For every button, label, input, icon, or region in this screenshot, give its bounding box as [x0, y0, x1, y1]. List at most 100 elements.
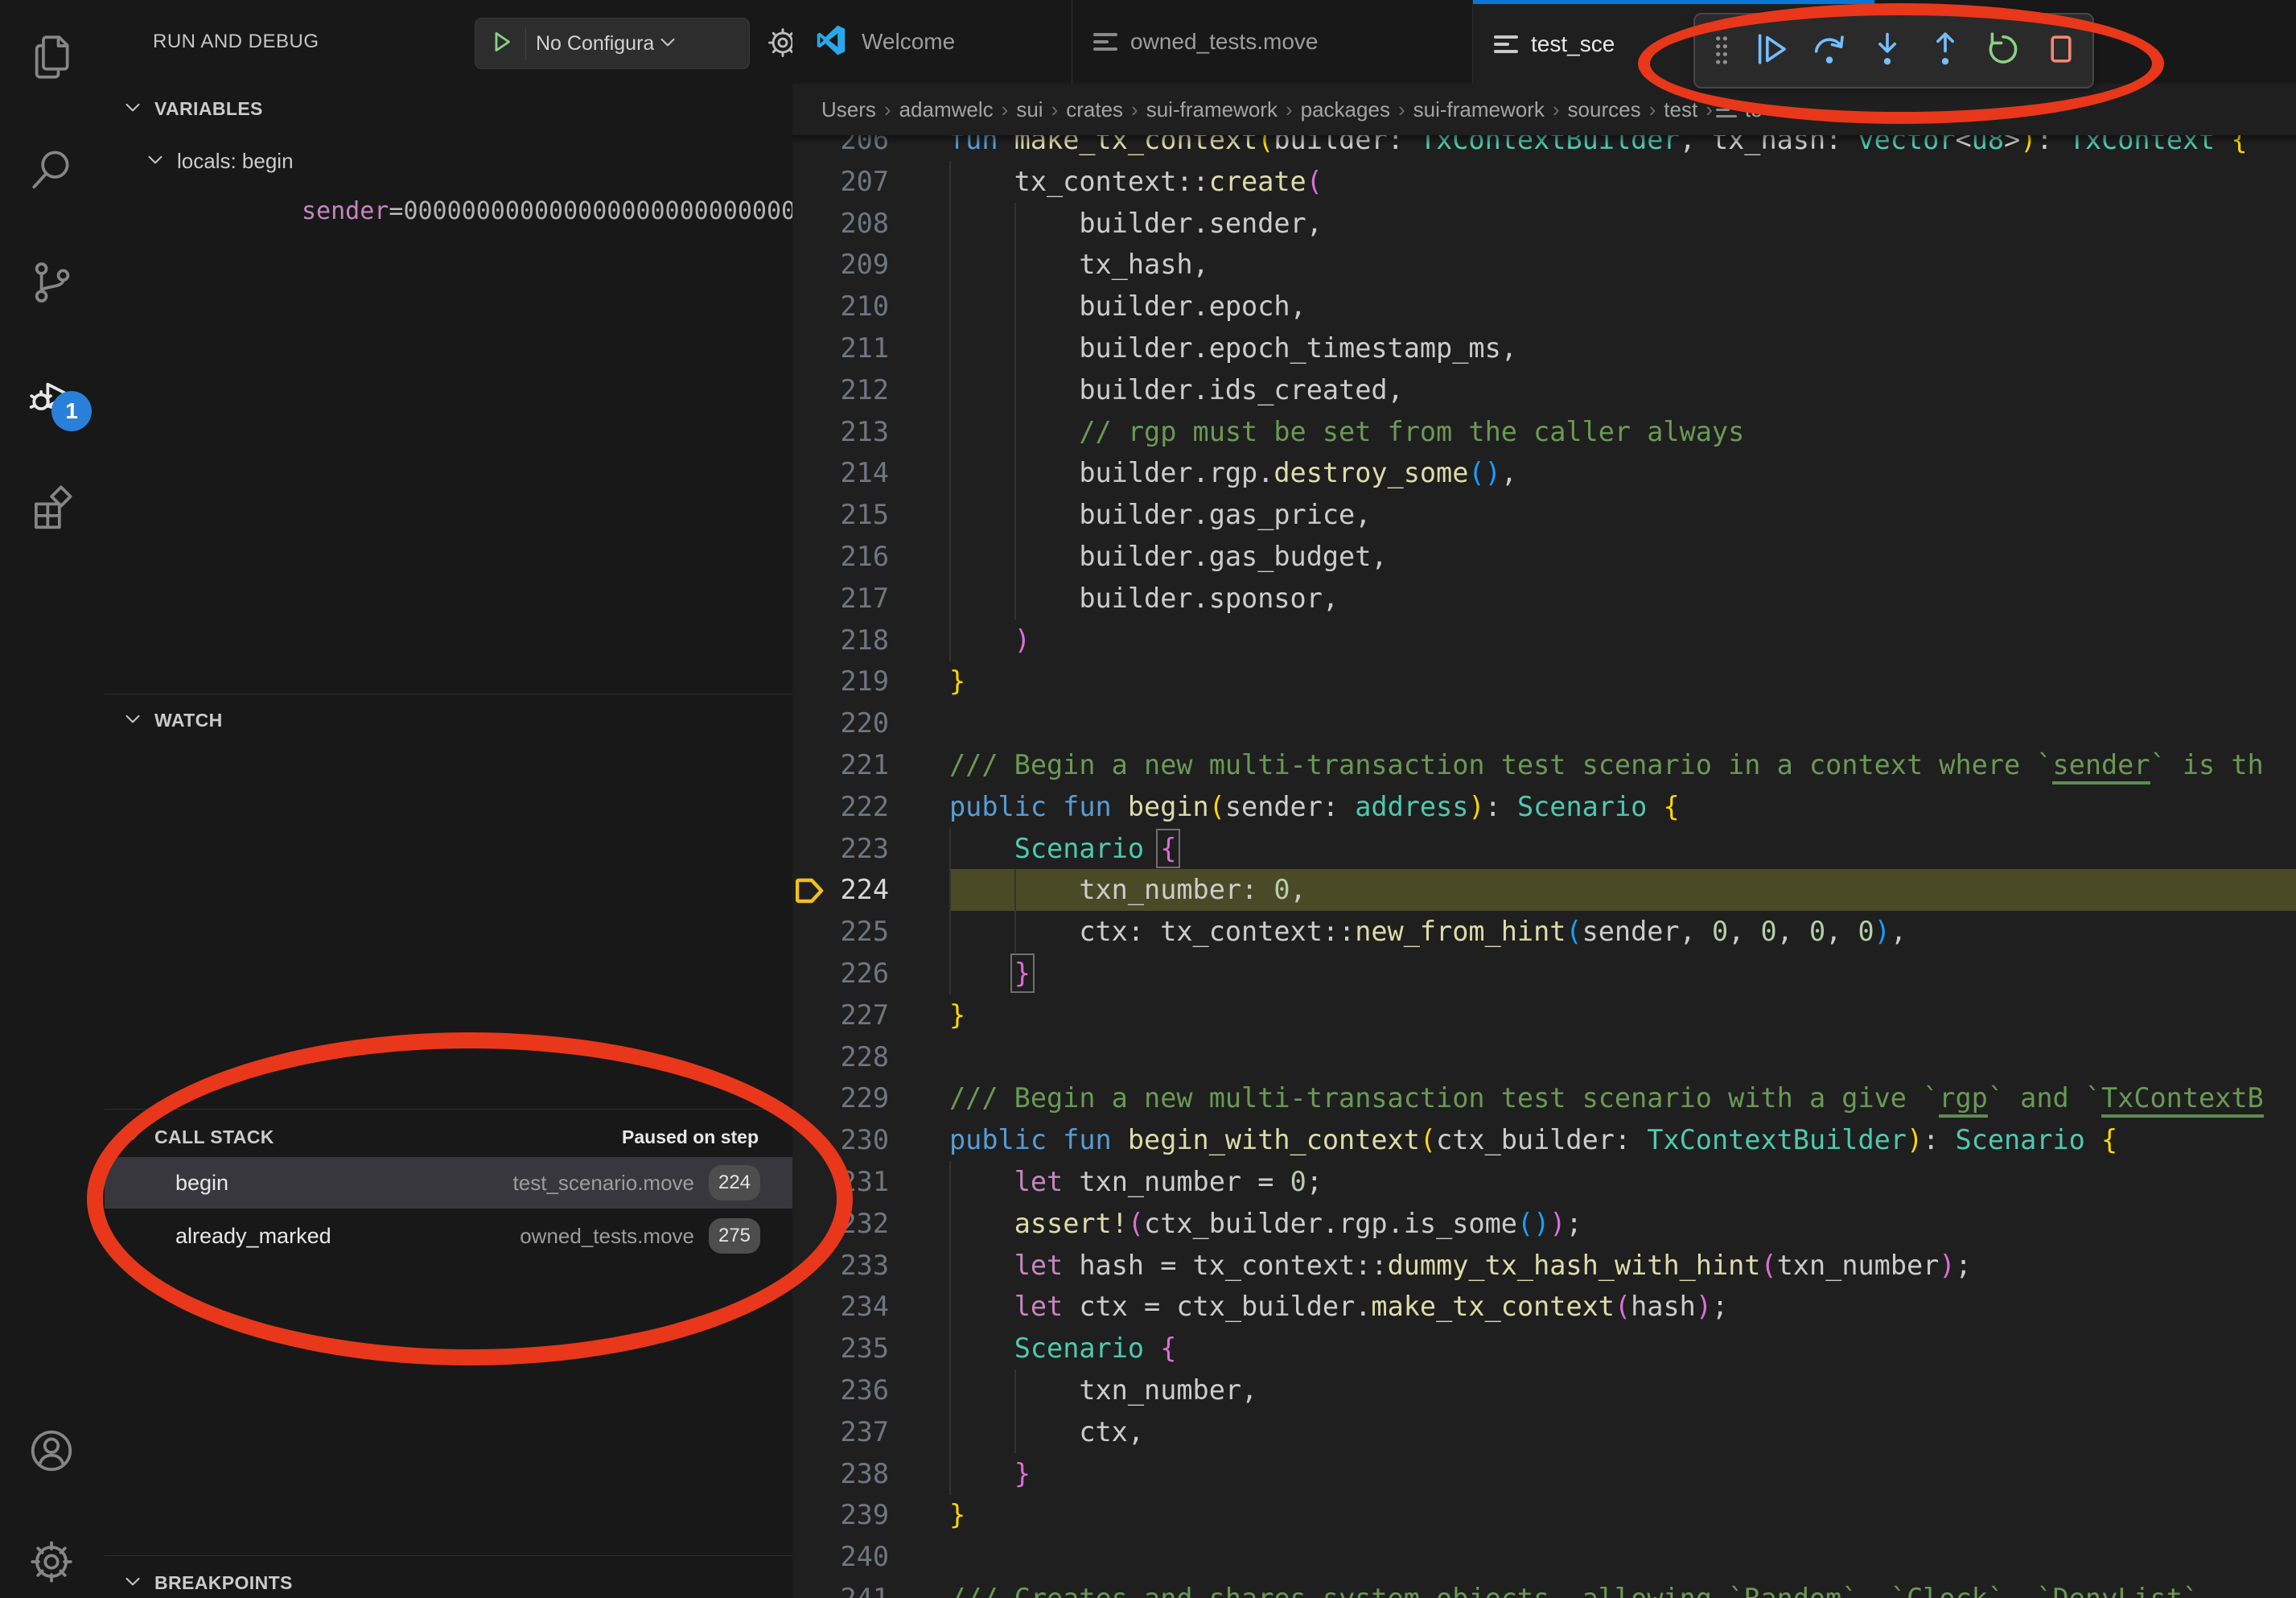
- continue-button[interactable]: [1745, 24, 1798, 77]
- breadcrumb-item[interactable]: sources: [1568, 97, 1641, 122]
- sidebar-item-source-control[interactable]: [0, 232, 103, 336]
- code-line[interactable]: 209 tx_hash,: [792, 244, 2296, 286]
- line-number[interactable]: 236: [792, 1369, 889, 1411]
- code-line[interactable]: 210 builder.epoch,: [792, 286, 2296, 327]
- code-line[interactable]: 232 assert!(ctx_builder.rgp.is_some());: [792, 1203, 2296, 1245]
- settings-button[interactable]: [0, 1511, 103, 1598]
- line-number[interactable]: 219: [792, 661, 889, 702]
- line-number[interactable]: 239: [792, 1494, 889, 1536]
- code-line[interactable]: 239}: [792, 1494, 2296, 1536]
- toolbar-drag-handle[interactable]: [1703, 24, 1740, 77]
- code-line[interactable]: 223 Scenario {: [792, 828, 2296, 870]
- tab-owned-tests[interactable]: owned_tests.move: [1072, 0, 1473, 84]
- breadcrumb-item[interactable]: packages: [1301, 97, 1390, 122]
- code-line[interactable]: 233 let hash = tx_context::dummy_tx_hash…: [792, 1245, 2296, 1287]
- code-line[interactable]: 211 builder.epoch_timestamp_ms,: [792, 327, 2296, 369]
- line-number[interactable]: 207: [792, 161, 889, 203]
- step-out-button[interactable]: [1919, 24, 1972, 77]
- breadcrumb-item[interactable]: crates: [1066, 97, 1123, 122]
- line-number[interactable]: 228: [792, 1036, 889, 1078]
- code-line[interactable]: 220: [792, 702, 2296, 744]
- code-line[interactable]: 217 builder.sponsor,: [792, 578, 2296, 620]
- code-line[interactable]: 236 txn_number,: [792, 1369, 2296, 1411]
- line-number[interactable]: 235: [792, 1328, 889, 1369]
- line-number[interactable]: 218: [792, 620, 889, 661]
- line-number[interactable]: 225: [792, 911, 889, 953]
- breadcrumb-item[interactable]: Users: [821, 97, 876, 122]
- call-stack-frame-begin[interactable]: begintest_scenario.move224: [105, 1157, 792, 1209]
- line-number[interactable]: 222: [792, 786, 889, 828]
- code-line[interactable]: 221/// Begin a new multi-transaction tes…: [792, 744, 2296, 786]
- line-number[interactable]: 237: [792, 1411, 889, 1453]
- step-over-button[interactable]: [1803, 24, 1856, 77]
- line-number[interactable]: 226: [792, 953, 889, 995]
- code-line[interactable]: 212 builder.ids_created,: [792, 369, 2296, 411]
- code-line[interactable]: 216 builder.gas_budget,: [792, 536, 2296, 578]
- code-line[interactable]: 215 builder.gas_price,: [792, 494, 2296, 536]
- start-debug-config-button[interactable]: No Configura: [475, 18, 750, 69]
- line-number[interactable]: 229: [792, 1077, 889, 1119]
- code-line[interactable]: 225 ctx: tx_context::new_from_hint(sende…: [792, 911, 2296, 953]
- code-line[interactable]: 241/// Creates and shares system objects…: [792, 1578, 2296, 1598]
- line-number[interactable]: 234: [792, 1286, 889, 1328]
- code-line[interactable]: 230public fun begin_with_context(ctx_bui…: [792, 1119, 2296, 1161]
- breadcrumb-item[interactable]: sui-framework: [1413, 97, 1545, 122]
- breadcrumb-item[interactable]: sui: [1016, 97, 1043, 122]
- code-line[interactable]: 237 ctx,: [792, 1411, 2296, 1453]
- code-line[interactable]: 231 let txn_number = 0;: [792, 1161, 2296, 1203]
- variables-section-header[interactable]: VARIABLES: [105, 84, 792, 134]
- stop-button[interactable]: [2035, 24, 2088, 77]
- code-line[interactable]: 234 let ctx = ctx_builder.make_tx_contex…: [792, 1286, 2296, 1328]
- line-number[interactable]: 216: [792, 536, 889, 578]
- line-number[interactable]: 212: [792, 369, 889, 411]
- line-number[interactable]: 221: [792, 744, 889, 786]
- code-line[interactable]: 228: [792, 1036, 2296, 1078]
- line-number[interactable]: 233: [792, 1245, 889, 1287]
- call-stack-frame-already_marked[interactable]: already_markedowned_tests.move275: [105, 1210, 792, 1262]
- sidebar-item-explorer[interactable]: [0, 6, 103, 111]
- code-line[interactable]: 222public fun begin(sender: address): Sc…: [792, 786, 2296, 828]
- watch-section-header[interactable]: WATCH: [105, 695, 792, 745]
- line-number[interactable]: 241: [792, 1578, 889, 1598]
- variables-scope-row[interactable]: locals: begin: [143, 137, 755, 185]
- line-number[interactable]: 217: [792, 578, 889, 620]
- line-number[interactable]: 211: [792, 327, 889, 369]
- line-number[interactable]: 232: [792, 1203, 889, 1245]
- code-line[interactable]: 229/// Begin a new multi-transaction tes…: [792, 1077, 2296, 1119]
- code-line[interactable]: 224 txn_number: 0,: [792, 869, 2296, 911]
- line-number[interactable]: 208: [792, 203, 889, 245]
- line-number[interactable]: 224: [792, 869, 889, 911]
- breakpoints-section-header[interactable]: BREAKPOINTS: [105, 1558, 792, 1598]
- code-line[interactable]: 214 builder.rgp.destroy_some(),: [792, 452, 2296, 494]
- tab-welcome[interactable]: Welcome: [792, 0, 1072, 84]
- code-line[interactable]: 213 // rgp must be set from the caller a…: [792, 411, 2296, 453]
- account-button[interactable]: [0, 1400, 103, 1505]
- line-number[interactable]: 227: [792, 995, 889, 1036]
- sidebar-item-extensions[interactable]: [0, 457, 103, 562]
- breadcrumb-item[interactable]: sui-framework: [1146, 97, 1278, 122]
- breadcrumb-item-file[interactable]: te: [1716, 97, 1763, 122]
- line-number[interactable]: 214: [792, 452, 889, 494]
- sidebar-item-run-and-debug[interactable]: 1: [0, 344, 103, 449]
- line-number[interactable]: 238: [792, 1453, 889, 1495]
- line-number[interactable]: 220: [792, 702, 889, 744]
- code-line[interactable]: 219}: [792, 661, 2296, 702]
- line-number[interactable]: 213: [792, 411, 889, 453]
- restart-button[interactable]: [1977, 24, 2030, 77]
- line-number[interactable]: 231: [792, 1161, 889, 1203]
- code-line[interactable]: 226 }: [792, 953, 2296, 995]
- call-stack-section-header[interactable]: CALL STACK Paused on step: [105, 1112, 792, 1162]
- line-number[interactable]: 210: [792, 286, 889, 327]
- step-into-button[interactable]: [1861, 24, 1914, 77]
- line-number[interactable]: 230: [792, 1119, 889, 1161]
- code-line[interactable]: 235 Scenario {: [792, 1328, 2296, 1369]
- code-line[interactable]: 238 }: [792, 1453, 2296, 1495]
- line-number[interactable]: 209: [792, 244, 889, 286]
- sidebar-item-search[interactable]: [0, 119, 103, 224]
- code-line[interactable]: 240: [792, 1536, 2296, 1578]
- breadcrumb-item[interactable]: adamwelc: [899, 97, 994, 122]
- code-line[interactable]: 218 ): [792, 620, 2296, 661]
- code-line[interactable]: 227}: [792, 995, 2296, 1036]
- line-number[interactable]: 223: [792, 828, 889, 870]
- breadcrumb-item[interactable]: test: [1664, 97, 1697, 122]
